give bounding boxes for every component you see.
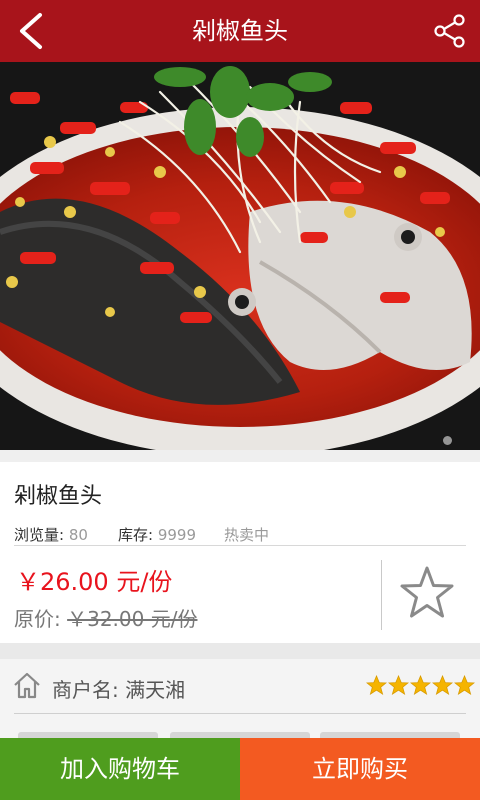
share-icon[interactable] xyxy=(432,13,468,49)
page-title: 剁椒鱼头 xyxy=(192,17,288,45)
favorite-star-icon[interactable] xyxy=(398,565,456,621)
views-value: 80 xyxy=(68,526,88,544)
rating-stars xyxy=(365,674,476,697)
rating-star-icon xyxy=(387,674,410,695)
divider xyxy=(381,560,382,630)
buy-now-button[interactable]: 立即购买 xyxy=(240,738,480,800)
views-label: 浏览量: xyxy=(14,526,65,544)
views-count: 浏览量: 80 xyxy=(14,524,88,545)
divider xyxy=(14,545,466,546)
top-bar: 剁椒鱼头 xyxy=(0,0,480,62)
stock-value: 9999 xyxy=(157,526,197,544)
original-price-value: ￥32.00 元/份 xyxy=(67,607,198,631)
product-image[interactable] xyxy=(0,62,480,450)
add-to-cart-button[interactable]: 加入购物车 xyxy=(0,738,240,800)
rating-star-icon xyxy=(453,674,476,695)
divider xyxy=(14,713,466,714)
merchant-value: 满天湘 xyxy=(125,678,186,702)
current-price: ￥26.00 元/份 xyxy=(16,568,173,596)
merchant-name: 商户名: 满天湘 xyxy=(52,674,185,703)
original-price: 原价: ￥32.00 元/份 xyxy=(14,603,197,632)
home-icon xyxy=(14,672,40,699)
status-badge: 热卖中 xyxy=(224,526,270,544)
rating-star-icon xyxy=(365,674,388,695)
stock-label: 库存: xyxy=(118,526,154,544)
product-name: 剁椒鱼头 xyxy=(14,484,103,509)
merchant-label: 商户名: xyxy=(52,678,119,702)
stock-count: 库存: 9999 xyxy=(118,524,196,545)
original-price-label: 原价: xyxy=(14,607,61,631)
rating-star-icon xyxy=(431,674,454,695)
section-gap xyxy=(0,643,480,659)
rating-star-icon xyxy=(409,674,432,695)
carousel-indicator xyxy=(443,436,452,445)
